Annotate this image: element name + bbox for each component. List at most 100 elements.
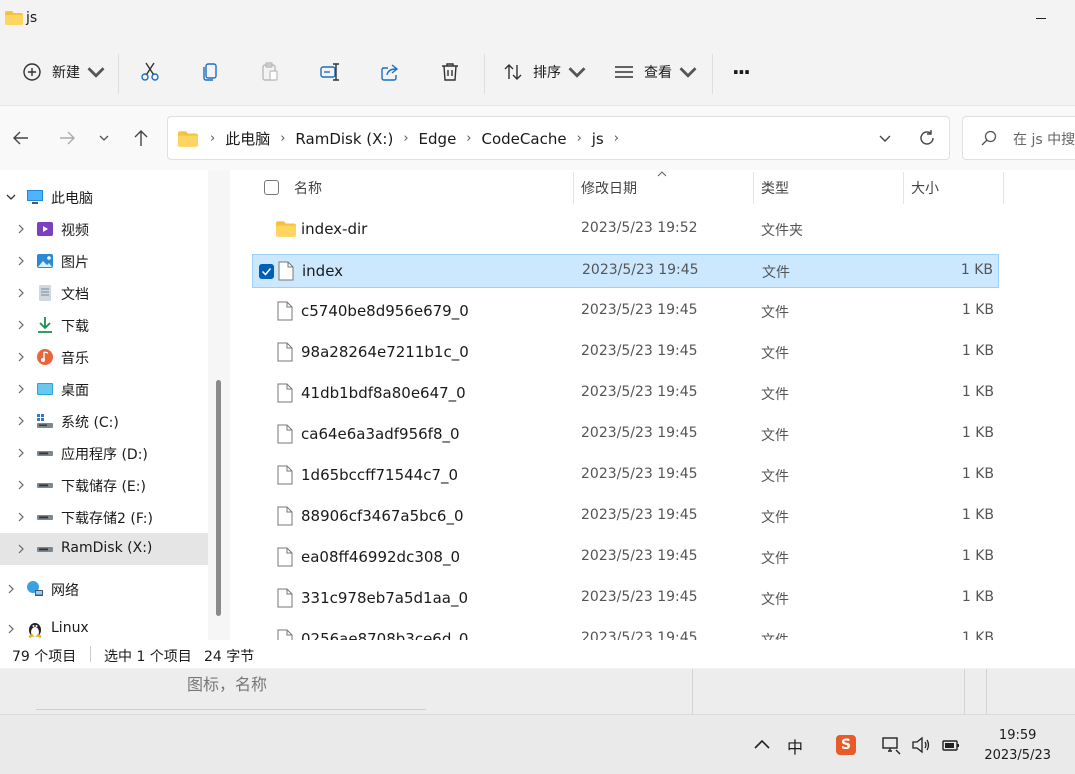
address-history-chevron-icon[interactable] — [878, 133, 892, 145]
file-size: 1 KB — [961, 589, 994, 605]
chevron-right-icon[interactable] — [6, 584, 16, 594]
taskbar: 中 S 19:59 2023/5/23 — [0, 714, 1075, 774]
rename-button[interactable] — [320, 54, 340, 90]
sidebar-item-apps-d[interactable]: 应用程序 (D:) — [0, 437, 210, 469]
more-icon: ··· — [732, 60, 751, 84]
sidebar-item-music[interactable]: 音乐 — [0, 341, 210, 373]
file-row[interactable]: 88906cf3467a5bc6_0 2023/5/23 19:45 文件 1 … — [252, 500, 999, 534]
view-button[interactable]: 查看 — [614, 54, 698, 90]
file-name: ea08ff46992dc308_0 — [301, 548, 461, 566]
breadcrumb-ramdisk[interactable]: RamDisk (X:) — [295, 130, 393, 148]
file-row[interactable]: 98a28264e7211b1c_0 2023/5/23 19:45 文件 1 … — [252, 336, 999, 370]
column-header-modified[interactable]: 修改日期 — [581, 178, 637, 198]
file-row[interactable]: index-dir 2023/5/23 19:52 文件夹 — [252, 213, 999, 247]
file-row[interactable]: 1d65bccff71544c7_0 2023/5/23 19:45 文件 1 … — [252, 459, 999, 493]
more-options-button[interactable]: ··· — [732, 54, 751, 90]
view-lines-icon — [615, 66, 633, 78]
file-explorer-window: js 新建 排序 查看 ··· › 此电脑 › RamDisk (X:) › E… — [0, 0, 1075, 668]
file-row-selected[interactable]: index 2023/5/23 19:45 文件 1 KB — [252, 254, 999, 288]
file-row[interactable]: ea08ff46992dc308_0 2023/5/23 19:45 文件 1 … — [252, 541, 999, 575]
file-date: 2023/5/23 19:45 — [581, 589, 698, 605]
copy-button[interactable] — [200, 54, 220, 90]
chevron-right-icon[interactable] — [16, 256, 26, 266]
cut-button[interactable] — [140, 54, 160, 90]
file-icon — [277, 465, 293, 485]
file-date: 2023/5/23 19:45 — [581, 466, 698, 482]
ime-indicator[interactable]: 中 — [787, 734, 807, 757]
file-size: 1 KB — [961, 425, 994, 441]
chevron-down-icon — [568, 67, 586, 78]
file-row[interactable]: 0256ae8708b3ce6d_0 2023/5/23 19:45 文件 1 … — [252, 623, 999, 640]
sidebar-item-this-pc[interactable]: 此电脑 — [0, 181, 210, 213]
chevron-right-icon[interactable] — [16, 320, 26, 330]
file-date: 2023/5/23 19:45 — [581, 507, 698, 523]
drive-icon — [37, 483, 53, 488]
sort-button[interactable]: 排序 — [503, 54, 587, 90]
chevron-right-icon[interactable] — [16, 512, 26, 522]
share-button[interactable] — [380, 54, 400, 90]
chevron-right-icon[interactable] — [16, 416, 26, 426]
sidebar-item-documents[interactable]: 文档 — [0, 277, 210, 309]
minimize-button[interactable] — [1018, 0, 1064, 40]
system-clock[interactable]: 19:59 2023/5/23 — [984, 726, 1051, 766]
file-date: 2023/5/23 19:45 — [581, 548, 698, 564]
sidebar-item-network[interactable]: 网络 — [0, 573, 210, 605]
address-bar[interactable]: › 此电脑 › RamDisk (X:) › Edge › CodeCache … — [167, 116, 950, 160]
sidebar-item-linux[interactable]: Linux — [0, 613, 210, 640]
chevron-up-icon[interactable] — [752, 735, 772, 755]
sidebar-item-ramdisk-x[interactable]: RamDisk (X:) — [0, 533, 210, 565]
picture-icon — [37, 254, 53, 268]
chevron-right-icon[interactable] — [6, 624, 16, 634]
checked-checkbox-icon[interactable] — [259, 264, 274, 279]
file-row[interactable]: c5740be8d956e679_0 2023/5/23 19:45 文件 1 … — [252, 295, 999, 329]
breadcrumb-codecache[interactable]: CodeCache — [482, 130, 567, 148]
up-arrow-icon[interactable] — [131, 128, 151, 148]
search-icon — [981, 130, 997, 146]
sidebar-item-videos[interactable]: 视频 — [0, 213, 210, 245]
breadcrumb-this-pc[interactable]: 此电脑 — [225, 128, 270, 149]
breadcrumb-js[interactable]: js — [592, 130, 604, 148]
chevron-right-icon[interactable] — [16, 448, 26, 458]
plus-circle-icon — [23, 63, 41, 81]
sidebar-item-desktop[interactable]: 桌面 — [0, 373, 210, 405]
chevron-right-icon[interactable] — [16, 352, 26, 362]
file-row[interactable]: 331c978eb7a5d1aa_0 2023/5/23 19:45 文件 1 … — [252, 582, 999, 616]
column-header-size[interactable]: 大小 — [911, 178, 939, 198]
sidebar-item-system-c[interactable]: 系统 (C:) — [0, 405, 210, 437]
file-row[interactable]: ca64e6a3adf956f8_0 2023/5/23 19:45 文件 1 … — [252, 418, 999, 452]
sidebar-item-downloads2-f[interactable]: 下载存储2 (F:) — [0, 501, 210, 533]
battery-icon[interactable] — [941, 735, 961, 755]
chevron-right-icon[interactable] — [16, 288, 26, 298]
recent-locations-chevron-icon[interactable] — [98, 128, 110, 148]
sidebar-item-downloads[interactable]: 下载 — [0, 309, 210, 341]
delete-button[interactable] — [440, 54, 460, 90]
chevron-down-icon[interactable] — [6, 192, 16, 202]
paste-button[interactable] — [260, 54, 280, 90]
back-arrow-icon[interactable] — [11, 128, 31, 148]
file-size: 1 KB — [960, 262, 993, 278]
forward-arrow-icon[interactable] — [57, 128, 77, 148]
new-button[interactable]: 新建 — [22, 54, 106, 90]
folder-icon — [276, 221, 296, 237]
file-type: 文件 — [761, 630, 789, 640]
column-header-type[interactable]: 类型 — [761, 178, 789, 198]
select-all-checkbox[interactable] — [264, 180, 279, 195]
search-box[interactable]: 在 js 中搜 — [962, 116, 1075, 160]
network-status-icon[interactable] — [881, 735, 901, 755]
volume-icon[interactable] — [911, 735, 931, 755]
chevron-right-icon[interactable] — [16, 544, 26, 554]
breadcrumb-edge[interactable]: Edge — [419, 130, 457, 148]
sidebar-item-downloads-e[interactable]: 下载储存 (E:) — [0, 469, 210, 501]
chevron-right-icon[interactable] — [16, 224, 26, 234]
chevron-right-icon[interactable] — [16, 384, 26, 394]
refresh-icon[interactable] — [918, 129, 936, 147]
sidebar-scrollbar-thumb[interactable] — [216, 380, 221, 616]
sidebar-item-pictures[interactable]: 图片 — [0, 245, 210, 277]
column-header-name[interactable]: 名称 — [294, 178, 322, 198]
chevron-right-icon[interactable] — [16, 480, 26, 490]
file-size: 1 KB — [961, 630, 994, 640]
folder-icon — [178, 130, 198, 147]
sidebar-item-label: 文档 — [61, 287, 89, 303]
file-row[interactable]: 41db1bdf8a80e647_0 2023/5/23 19:45 文件 1 … — [252, 377, 999, 411]
sogou-ime-icon[interactable]: S — [836, 735, 856, 755]
